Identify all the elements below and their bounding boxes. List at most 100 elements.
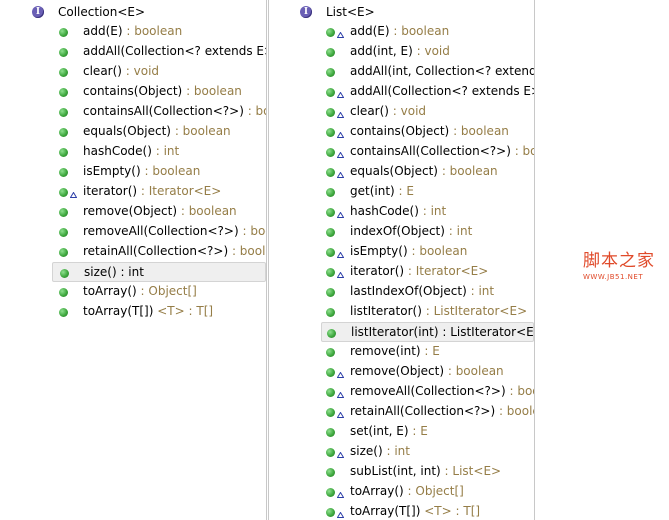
method-label: indexOf(Object) : int (350, 224, 472, 238)
method-row[interactable]: add(E) : boolean (0, 22, 266, 42)
method-row[interactable]: isEmpty() : boolean (269, 242, 534, 262)
outline-header[interactable]: I Collection<E> (0, 3, 266, 23)
public-method-icon (59, 248, 68, 257)
method-row[interactable]: hashCode() : int (269, 202, 534, 222)
method-row[interactable]: clear() : void (0, 62, 266, 82)
method-signature: contains(Object) (350, 124, 450, 138)
list-outline-panel: I List<E> add(E) : boolean add(int, E) : … (268, 0, 535, 520)
public-method-icon (59, 228, 68, 237)
method-signature: size() : int (84, 265, 144, 279)
method-row[interactable]: removeAll(Collection<?>) : boo (0, 222, 266, 242)
public-method-icon (59, 168, 68, 177)
return-type: <T> : T[] (153, 304, 214, 318)
method-label: contains(Object) : boolean (83, 84, 242, 98)
method-label: size() : int (350, 444, 410, 458)
method-label: addAll(int, Collection<? extends (350, 64, 535, 78)
public-method-icon (59, 108, 68, 117)
method-row[interactable]: subList(int, int) : List<E> (269, 462, 534, 482)
method-row[interactable]: remove(Object) : boolean (269, 362, 534, 382)
override-triangle-icon (337, 32, 344, 38)
method-row[interactable]: addAll(Collection<? extends E> (269, 82, 534, 102)
method-row[interactable]: remove(Object) : boolean (0, 202, 266, 222)
method-label: retainAll(Collection<?>) : boole (350, 404, 534, 418)
method-row[interactable]: addAll(int, Collection<? extends (269, 62, 534, 82)
interface-icon: I (32, 6, 44, 18)
method-signature: removeAll(Collection<?>) (83, 224, 239, 238)
return-type: : Iterator<E> (404, 264, 489, 278)
method-row[interactable]: add(int, E) : void (269, 42, 534, 62)
return-type: : boo (242, 224, 266, 238)
return-type: : boolean (140, 164, 201, 178)
method-row[interactable]: listIterator() : ListIterator<E> (269, 302, 534, 322)
method-row[interactable]: set(int, E) : E (269, 422, 534, 442)
override-triangle-icon (337, 212, 344, 218)
method-row[interactable]: toArray(T[]) <T> : T[] (269, 502, 534, 520)
method-label: iterator() : Iterator<E> (83, 184, 221, 198)
method-row[interactable]: addAll(Collection<? extends E> (0, 42, 266, 62)
method-signature: removeAll(Collection<?>) (350, 384, 506, 398)
public-method-icon (326, 28, 335, 37)
method-row[interactable]: add(E) : boolean (269, 22, 534, 42)
public-method-icon (326, 468, 335, 477)
method-row[interactable]: toArray() : Object[] (0, 282, 266, 302)
method-row[interactable]: clear() : void (269, 102, 534, 122)
public-method-icon (59, 208, 68, 217)
method-signature: retainAll(Collection<?>) (350, 404, 496, 418)
method-row[interactable]: containsAll(Collection<?>) : boo (269, 142, 534, 162)
public-method-icon (326, 188, 335, 197)
method-signature: get(int) (350, 184, 395, 198)
method-signature: toArray(T[]) (83, 304, 154, 318)
method-signature: add(int, E) (350, 44, 413, 58)
method-label: add(int, E) : void (350, 44, 450, 58)
method-signature: isEmpty() (83, 164, 141, 178)
method-row[interactable]: isEmpty() : boolean (0, 162, 266, 182)
public-method-icon (326, 128, 335, 137)
method-row[interactable]: lastIndexOf(Object) : int (269, 282, 534, 302)
method-row[interactable]: contains(Object) : boolean (269, 122, 534, 142)
method-row[interactable]: equals(Object) : boolean (269, 162, 534, 182)
method-row[interactable]: contains(Object) : boolean (0, 82, 266, 102)
method-label: listIterator(int) : ListIterator<E> (351, 325, 534, 339)
method-signature: clear() (350, 104, 389, 118)
public-method-icon (326, 488, 335, 497)
method-row[interactable]: remove(int) : E (269, 342, 534, 362)
method-row[interactable]: toArray(T[]) <T> : T[] (0, 302, 266, 322)
method-row[interactable]: listIterator(int) : ListIterator<E> (321, 322, 534, 342)
method-label: toArray() : Object[] (350, 484, 464, 498)
return-type: : void (388, 104, 427, 118)
method-signature: add(E) (83, 24, 123, 38)
method-label: add(E) : boolean (83, 24, 182, 38)
method-row[interactable]: equals(Object) : boolean (0, 122, 266, 142)
method-row[interactable]: retainAll(Collection<?>) : boole (0, 242, 266, 262)
method-label: size() : int (84, 265, 144, 279)
outline-header[interactable]: I List<E> (269, 3, 534, 23)
return-type: : void (412, 44, 450, 58)
override-triangle-icon (337, 152, 344, 158)
method-label: subList(int, int) : List<E> (350, 464, 501, 478)
method-label: removeAll(Collection<?>) : boo (83, 224, 266, 238)
method-row[interactable]: removeAll(Collection<?>) : boo (269, 382, 534, 402)
override-triangle-icon (337, 492, 344, 498)
return-type: : boo (514, 144, 534, 158)
method-row[interactable]: iterator() : Iterator<E> (269, 262, 534, 282)
method-row[interactable]: get(int) : E (269, 182, 534, 202)
method-row[interactable]: indexOf(Object) : int (269, 222, 534, 242)
method-label: removeAll(Collection<?>) : boo (350, 384, 534, 398)
method-row[interactable]: hashCode() : int (0, 142, 266, 162)
return-type: : boolean (444, 364, 504, 378)
public-method-icon (59, 288, 68, 297)
method-label: equals(Object) : boolean (350, 164, 498, 178)
method-signature: addAll(int, Collection<? extends (350, 64, 535, 78)
public-method-icon (59, 308, 68, 317)
method-signature: remove(Object) (83, 204, 178, 218)
method-row[interactable]: retainAll(Collection<?>) : boole (269, 402, 534, 422)
public-method-icon (326, 268, 335, 277)
method-row[interactable]: size() : int (269, 442, 534, 462)
method-signature: toArray() (83, 284, 137, 298)
public-method-icon (326, 168, 335, 177)
method-row[interactable]: containsAll(Collection<?>) : boo (0, 102, 266, 122)
method-row[interactable]: iterator() : Iterator<E> (0, 182, 266, 202)
method-row[interactable]: size() : int (52, 262, 266, 282)
override-triangle-icon (337, 172, 344, 178)
method-row[interactable]: toArray() : Object[] (269, 482, 534, 502)
